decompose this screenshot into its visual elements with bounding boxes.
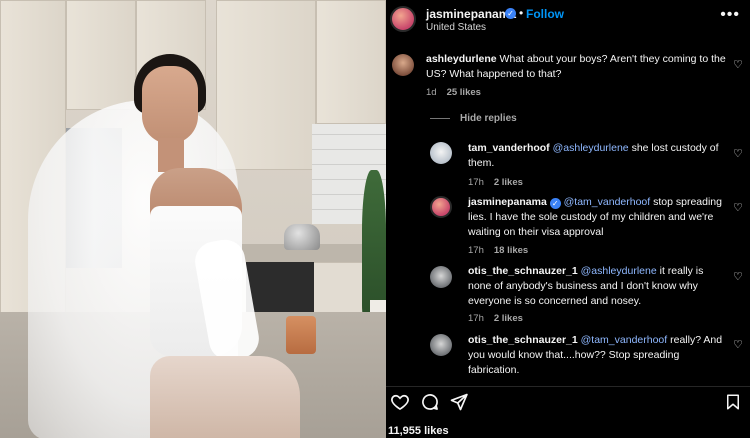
heart-icon[interactable] xyxy=(390,392,410,412)
heart-icon[interactable]: ♡ xyxy=(733,201,743,214)
reply-text: jasminepanama ✓ @tam_vanderhoof stop spr… xyxy=(468,195,728,240)
avatar[interactable] xyxy=(430,142,452,164)
upper-cabinet xyxy=(66,0,136,110)
post-photo xyxy=(0,0,386,438)
hide-replies-button[interactable]: Hide replies xyxy=(460,113,517,124)
reply-time: 17h xyxy=(468,313,484,324)
post-location[interactable]: United States xyxy=(426,22,486,33)
reply-likes[interactable]: 18 likes xyxy=(494,245,528,256)
reply-text: otis_the_schnauzer_1 @tam_vanderhoof rea… xyxy=(468,333,728,378)
reply-mention[interactable]: @ashleydurlene xyxy=(581,265,657,277)
heart-icon[interactable]: ♡ xyxy=(733,270,743,283)
comment-meta: 1d 25 likes xyxy=(426,87,481,98)
comment-text: ashleydurlene What about your boys? Aren… xyxy=(426,52,726,82)
avatar[interactable] xyxy=(430,334,452,356)
reply-meta: 17h 2 likes xyxy=(468,313,523,324)
avatar[interactable] xyxy=(430,196,452,218)
kettle xyxy=(284,224,320,250)
heart-icon[interactable]: ♡ xyxy=(733,147,743,160)
avatar[interactable] xyxy=(430,266,452,288)
legs xyxy=(150,356,300,438)
reply-time: 17h xyxy=(468,245,484,256)
neck xyxy=(158,138,184,172)
reply-text: tam_vanderhoof @ashleydurlene she lost c… xyxy=(468,141,728,171)
comment-time: 1d xyxy=(426,87,437,98)
reply-username[interactable]: tam_vanderhoof xyxy=(468,142,550,154)
post-header: jasminepanama ✓ • Follow United States •… xyxy=(386,0,750,42)
avatar[interactable] xyxy=(390,6,416,32)
reply-text: otis_the_schnauzer_1 @ashleydurlene it r… xyxy=(468,264,728,309)
replies-line xyxy=(430,118,450,119)
comment-username[interactable]: ashleydurlene xyxy=(426,53,497,65)
face xyxy=(142,66,198,144)
post-actions xyxy=(386,392,750,418)
plant xyxy=(362,170,386,320)
upper-cabinet xyxy=(316,0,386,124)
reply-mention[interactable]: @tam_vanderhoof xyxy=(564,196,651,208)
follow-button[interactable]: Follow xyxy=(526,7,564,21)
verified-badge-icon: ✓ xyxy=(549,198,561,209)
heart-icon[interactable]: ♡ xyxy=(733,338,743,351)
reply-username[interactable]: otis_the_schnauzer_1 xyxy=(468,265,578,277)
reply-likes[interactable]: 2 likes xyxy=(494,313,523,324)
more-options-icon[interactable]: ••• xyxy=(720,6,740,24)
reply-time: 17h xyxy=(468,177,484,188)
separator-dot: • xyxy=(519,6,524,20)
comment-likes[interactable]: 25 likes xyxy=(447,87,481,98)
reply-meta: 17h 18 likes xyxy=(468,245,528,256)
actions-divider xyxy=(386,386,750,387)
post-panel: jasminepanama ✓ • Follow United States •… xyxy=(386,0,750,438)
candle xyxy=(286,316,316,354)
reply-username[interactable]: jasminepanama xyxy=(468,196,547,208)
reply-likes[interactable]: 2 likes xyxy=(494,177,523,188)
bookmark-icon[interactable] xyxy=(724,392,742,412)
verified-badge-icon: ✓ xyxy=(505,8,516,19)
comment-icon[interactable] xyxy=(420,392,440,412)
heart-icon[interactable]: ♡ xyxy=(733,58,743,71)
post-likes[interactable]: 11,955 likes xyxy=(388,425,449,437)
share-icon[interactable] xyxy=(449,392,469,412)
post-username[interactable]: jasminepanama xyxy=(426,7,516,21)
reply-mention[interactable]: @tam_vanderhoof xyxy=(581,334,668,346)
reply-meta: 17h 2 likes xyxy=(468,177,523,188)
reply-mention[interactable]: @ashleydurlene xyxy=(553,142,629,154)
oven xyxy=(246,262,314,312)
reply-username[interactable]: otis_the_schnauzer_1 xyxy=(468,334,578,346)
upper-cabinet xyxy=(216,0,316,170)
avatar[interactable] xyxy=(392,54,414,76)
